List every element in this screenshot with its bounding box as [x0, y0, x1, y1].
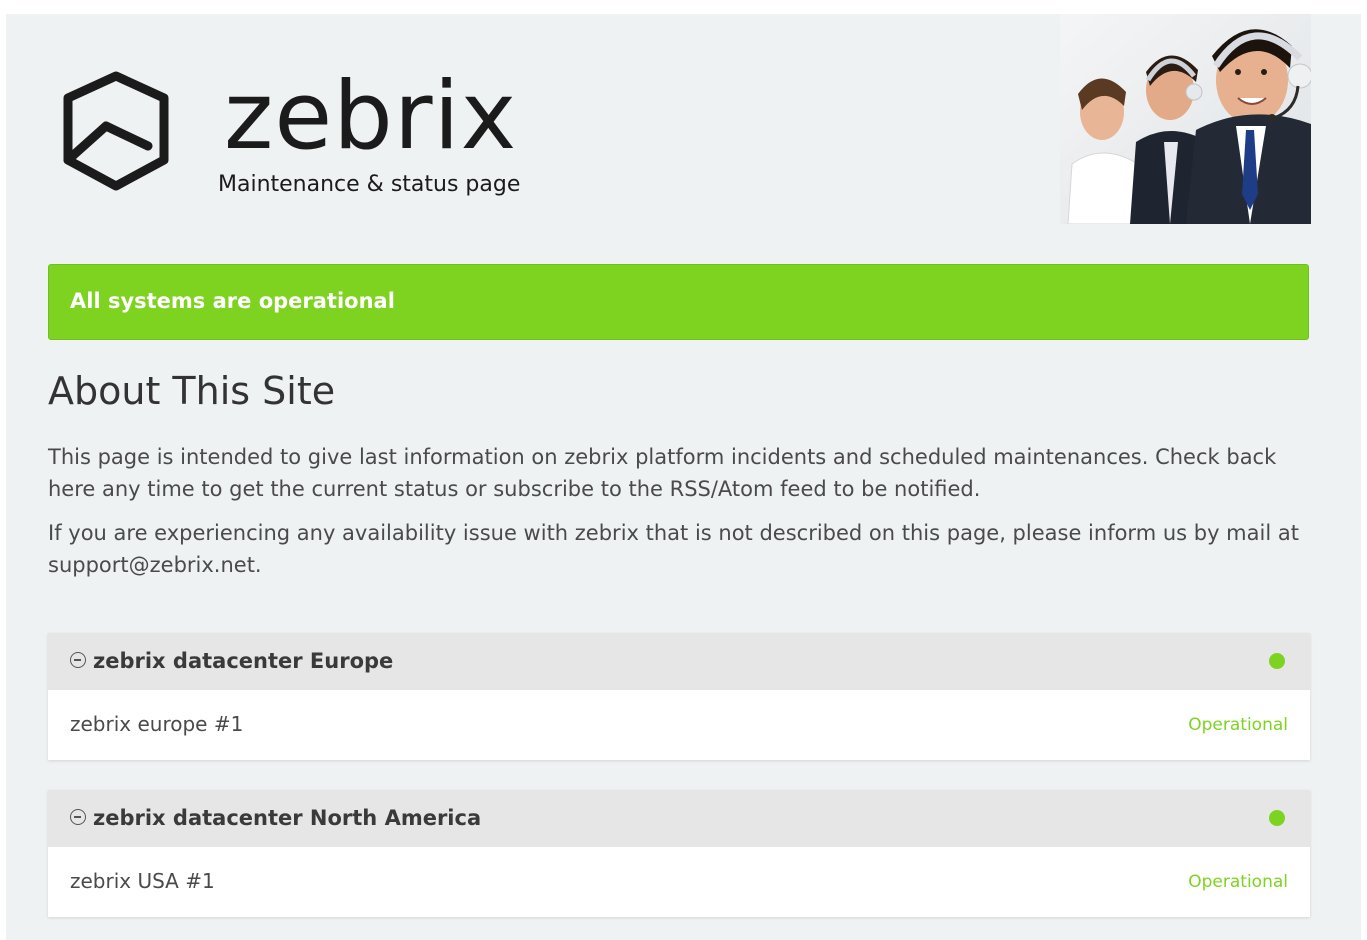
group-name: zebrix datacenter North America [93, 806, 482, 830]
component-status: Operational [1188, 715, 1288, 735]
status-dot-icon [1269, 653, 1285, 669]
component-name: zebrix europe #1 [70, 712, 244, 736]
status-page: zebrix Maintenance & status page All sys… [6, 14, 1361, 940]
component-group-north-america: zebrix datacenter North America zebrix U… [48, 790, 1310, 917]
component-row: zebrix USA #1 Operational [48, 847, 1310, 917]
collapse-circle-icon[interactable] [70, 809, 86, 825]
about-title: About This Site [48, 369, 336, 413]
about-paragraph-2: If you are experiencing any availability… [48, 521, 1299, 577]
page-tagline: Maintenance & status page [218, 172, 521, 197]
group-name: zebrix datacenter Europe [93, 649, 394, 673]
status-banner: All systems are operational [48, 264, 1309, 340]
about-paragraph-1: This page is intended to give last infor… [48, 445, 1277, 501]
group-header[interactable]: zebrix datacenter North America [48, 790, 1310, 847]
component-status: Operational [1188, 872, 1288, 892]
status-banner-text: All systems are operational [70, 289, 395, 313]
status-dot-icon [1269, 810, 1285, 826]
component-group-europe: zebrix datacenter Europe zebrix europe #… [48, 633, 1310, 760]
brand-name: zebrix [224, 62, 518, 171]
zebrix-logo-icon [63, 71, 169, 191]
collapse-circle-icon[interactable] [70, 652, 86, 668]
component-name: zebrix USA #1 [70, 869, 215, 893]
component-row: zebrix europe #1 Operational [48, 690, 1310, 760]
group-header[interactable]: zebrix datacenter Europe [48, 633, 1310, 690]
support-team-photo [1060, 14, 1311, 224]
